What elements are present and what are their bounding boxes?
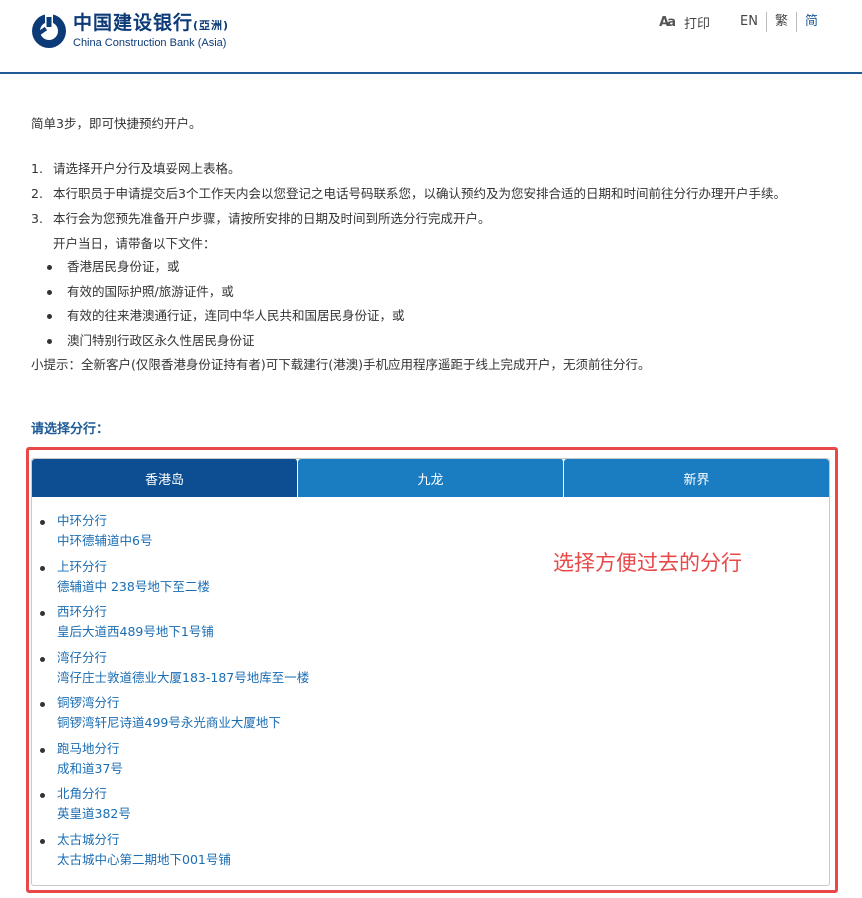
branch-name[interactable]: 跑马地分行 — [57, 739, 829, 759]
step-item: 1. 请选择开户分行及填妥网上表格。 — [31, 161, 241, 176]
annotation-text: 选择方便过去的分行 — [553, 551, 742, 575]
bank-logo[interactable]: 中国建设银行(亞洲) China Construction Bank (Asia… — [31, 12, 229, 50]
branch-item[interactable]: 湾仔分行 湾仔庄士敦道德业大厦183-187号地库至一楼 — [40, 648, 829, 694]
branch-name[interactable]: 西环分行 — [57, 602, 829, 622]
tip-text: 小提示：全新客户(仅限香港身份证持有者)可下载建行(港澳)手机应用程序遥距于线上… — [31, 357, 651, 372]
lang-en[interactable]: EN — [732, 12, 767, 32]
logo-english-name: China Construction Bank (Asia) — [73, 37, 227, 49]
branch-address[interactable]: 皇后大道西489号地下1号铺 — [57, 622, 829, 642]
branch-name[interactable]: 铜锣湾分行 — [57, 693, 829, 713]
logo-chinese-name: 中国建设银行(亞洲) — [73, 12, 230, 34]
branch-item[interactable]: 铜锣湾分行 铜锣湾轩尼诗道499号永光商业大厦地下 — [40, 693, 829, 739]
branch-address[interactable]: 铜锣湾轩尼诗道499号永光商业大厦地下 — [57, 713, 829, 733]
tab-kowloon[interactable]: 九龙 — [298, 459, 564, 497]
ccb-logo-icon — [32, 13, 66, 48]
choose-branch-label: 请选择分行： — [31, 422, 110, 437]
branch-name[interactable]: 中环分行 — [57, 511, 829, 531]
document-item: 香港居民身份证，或 — [45, 255, 831, 280]
step-item: 2. 本行职员于申请提交后3个工作天内会以您登记之电话号码联系您，以确认预约及为… — [31, 186, 786, 201]
docs-intro: 开户当日，请带备以下文件： — [53, 236, 216, 251]
branch-name[interactable]: 北角分行 — [57, 784, 829, 804]
tab-new-territories[interactable]: 新界 — [564, 459, 829, 497]
intro-text: 简单3步，即可快捷预约开户。 — [31, 116, 202, 131]
header-toolbar: Aa 打印 EN 繁 简 — [659, 12, 826, 32]
step-text: 本行会为您预先准备开户步骤，请按所安排的日期及时间到所选分行完成开户。 — [53, 211, 491, 226]
branch-address[interactable]: 德辅道中 238号地下至二楼 — [57, 577, 829, 597]
instructions: 简单3步，即可快捷预约开户。 1. 请选择开户分行及填妥网上表格。 2. 本行职… — [31, 112, 831, 376]
document-item: 有效的往来港澳通行证，连同中华人民共和国居民身份证，或 — [45, 304, 831, 329]
branch-item[interactable]: 太古城分行 太古城中心第二期地下001号铺 — [40, 830, 829, 876]
branch-address[interactable]: 湾仔庄士敦道德业大厦183-187号地库至一楼 — [57, 668, 829, 688]
print-label: 打印 — [684, 16, 711, 32]
document-item: 有效的国际护照/旅游证件，或 — [45, 280, 831, 305]
branch-address[interactable]: 英皇道382号 — [57, 804, 829, 824]
branch-panel: 香港岛 九龙 新界 中环分行 中环德辅道中6号 上环分行 德辅道中 238号地下… — [31, 458, 830, 886]
branch-name[interactable]: 湾仔分行 — [57, 648, 829, 668]
documents-list: 香港居民身份证，或 有效的国际护照/旅游证件，或 有效的往来港澳通行证，连同中华… — [31, 255, 831, 353]
site-header: 中国建设银行(亞洲) China Construction Bank (Asia… — [0, 0, 862, 74]
branch-item[interactable]: 北角分行 英皇道382号 — [40, 784, 829, 830]
steps-list: 1. 请选择开户分行及填妥网上表格。 2. 本行职员于申请提交后3个工作天内会以… — [31, 157, 831, 230]
document-item: 澳门特别行政区永久性居民身份证 — [45, 329, 831, 354]
region-tabs: 香港岛 九龙 新界 — [32, 459, 829, 497]
step-text: 请选择开户分行及填妥网上表格。 — [53, 161, 241, 176]
print-button[interactable]: Aa 打印 — [659, 13, 710, 32]
lang-traditional[interactable]: 繁 — [767, 12, 797, 32]
branch-name[interactable]: 太古城分行 — [57, 830, 829, 850]
branch-item[interactable]: 跑马地分行 成和道37号 — [40, 739, 829, 785]
branch-address[interactable]: 太古城中心第二期地下001号铺 — [57, 850, 829, 870]
branch-item[interactable]: 西环分行 皇后大道西489号地下1号铺 — [40, 602, 829, 648]
lang-simplified[interactable]: 简 — [797, 12, 826, 32]
step-text: 本行职员于申请提交后3个工作天内会以您登记之电话号码联系您，以确认预约及为您安排… — [53, 186, 786, 201]
branch-address[interactable]: 成和道37号 — [57, 759, 829, 779]
tab-hong-kong-island[interactable]: 香港岛 — [32, 459, 298, 497]
step-item: 3. 本行会为您预先准备开户步骤，请按所安排的日期及时间到所选分行完成开户。 — [31, 211, 491, 226]
font-size-icon: Aa — [659, 14, 676, 30]
